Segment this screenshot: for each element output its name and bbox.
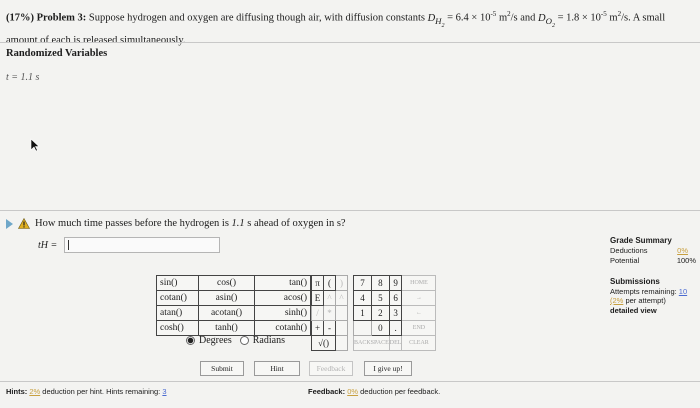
feedback-text: deduction per feedback. — [360, 387, 441, 396]
fn-acos-button[interactable]: acos() — [254, 290, 311, 306]
radians-radio[interactable] — [239, 336, 249, 345]
randomized-variable: t = 1.1 s — [6, 72, 40, 83]
per-attempt-text: per attempt) — [625, 296, 666, 305]
key-6[interactable]: 6 — [388, 290, 403, 306]
do2-value: = 1.8 × 10 — [554, 12, 601, 24]
potential-label: Potential — [610, 256, 640, 265]
key-9[interactable]: 9 — [388, 275, 403, 291]
attempts-text: Attempts remaining: — [610, 286, 677, 296]
radians-label: Radians — [252, 335, 285, 346]
key-pi[interactable]: π — [311, 275, 324, 291]
feedback-label: Feedback: — [308, 387, 346, 396]
degrees-label: Degrees — [199, 335, 232, 346]
question-text-b: s ahead of oxygen in s? — [244, 218, 346, 229]
key-divide[interactable]: / — [311, 305, 324, 321]
feedback-info: Feedback: 0% deduction per feedback. — [308, 387, 440, 396]
detailed-view-link[interactable]: detailed view — [610, 306, 696, 316]
question-value: 1.1 — [231, 218, 245, 229]
dh2-unit: m — [496, 12, 508, 24]
fn-tanh-button[interactable]: tanh() — [198, 320, 255, 336]
key-sqrt[interactable]: √() — [311, 335, 336, 351]
fn-acotan-button[interactable]: acotan() — [198, 305, 255, 321]
function-grid: sin() cos() tan() cotan() asin() acos() … — [156, 275, 311, 336]
key-plus[interactable]: + — [311, 320, 324, 336]
key-5[interactable]: 5 — [370, 290, 390, 306]
key-right-arrow[interactable]: → — [401, 290, 437, 306]
problem-text-a: Suppose hydrogen and oxygen are diffusin… — [88, 12, 425, 24]
key-left-arrow[interactable]: ← — [401, 305, 437, 321]
key-4[interactable]: 4 — [353, 290, 372, 306]
key-dot[interactable]: . — [388, 320, 403, 336]
give-up-button[interactable]: I give up! — [364, 361, 412, 376]
play-icon[interactable] — [6, 218, 13, 229]
key-caret[interactable]: ^ — [323, 290, 336, 306]
answer-input[interactable] — [64, 237, 220, 253]
degrees-radio[interactable] — [186, 336, 195, 345]
submissions-panel: Submissions Attempts remaining: 10 (2% p… — [610, 277, 696, 315]
mouse-cursor-icon — [30, 138, 40, 152]
dh2-unit-tail: /s and — [510, 12, 539, 24]
submissions-title: Submissions — [610, 277, 660, 286]
key-0[interactable]: 0 — [370, 320, 390, 336]
key-2[interactable]: 2 — [370, 305, 390, 321]
key-7[interactable]: 7 — [353, 275, 372, 291]
randomized-title: Randomized Variables — [6, 48, 108, 59]
key-1[interactable]: 1 — [353, 305, 372, 321]
submit-button[interactable]: Submit — [200, 361, 244, 376]
fn-cotan-button[interactable]: cotan() — [156, 290, 199, 306]
fn-asin-button[interactable]: asin() — [198, 290, 255, 306]
attempts-value: 10 — [678, 286, 688, 296]
dh2-value: = 6.4 × 10 — [444, 12, 491, 24]
potential-value: 100% — [676, 256, 696, 265]
keypad: π ( ) 7 8 9 HOME E ^ ^ 4 5 6 → / * 1 2 3… — [311, 275, 437, 351]
fn-sinh-button[interactable]: sinh() — [254, 305, 311, 321]
feedback-pct: 0% — [347, 387, 359, 396]
key-home[interactable]: HOME — [401, 275, 437, 291]
hints-remaining: 3 — [162, 387, 167, 396]
fn-cotanh-button[interactable]: cotanh() — [254, 320, 311, 336]
key-clear[interactable]: CLEAR — [401, 335, 437, 351]
grade-summary: Grade Summary Deductions 0% Potential 10… — [610, 236, 696, 266]
deductions-value: 0% — [677, 246, 688, 255]
key-minus[interactable]: - — [323, 320, 336, 336]
text-caret — [68, 240, 69, 250]
key-multiply[interactable]: * — [323, 305, 336, 321]
key-backspace[interactable]: BACKSPACE — [353, 335, 390, 351]
divider-bottom — [0, 381, 700, 382]
problem-text-b: amount of each is released simultaneousl… — [6, 35, 186, 47]
fn-cos-button[interactable]: cos() — [198, 275, 255, 291]
feedback-button[interactable]: Feedback — [309, 361, 353, 376]
key-caret-2[interactable]: ^ — [335, 290, 348, 306]
question-row: How much time passes before the hydrogen… — [6, 218, 346, 229]
divider-top — [0, 42, 700, 43]
answer-label: tH = — [38, 240, 58, 251]
hints-pct: 2% — [29, 387, 41, 396]
key-3[interactable]: 3 — [388, 305, 403, 321]
do2-unit: m — [606, 12, 618, 24]
warning-icon — [18, 218, 30, 229]
do2-unit-tail: /s. A small — [621, 12, 666, 24]
hints-info: Hints: 2% deduction per hint. Hints rema… — [6, 387, 167, 396]
hints-text: deduction per hint. Hints remaining: — [42, 387, 161, 396]
angle-mode: Degrees Radians — [186, 335, 285, 346]
hint-button[interactable]: Hint — [254, 361, 300, 376]
key-8[interactable]: 8 — [370, 275, 390, 291]
fn-atan-button[interactable]: atan() — [156, 305, 199, 321]
key-rparen[interactable]: ) — [335, 275, 348, 291]
key-lparen[interactable]: ( — [323, 275, 336, 291]
fn-tan-button[interactable]: tan() — [254, 275, 311, 291]
question-text-a: How much time passes before the hydrogen… — [35, 218, 232, 229]
divider-question — [0, 210, 700, 211]
key-del[interactable]: DEL — [388, 335, 403, 351]
do2-symbol: D — [538, 12, 546, 24]
fn-sin-button[interactable]: sin() — [156, 275, 199, 291]
problem-label: (17%) Problem 3: — [6, 12, 87, 24]
grade-title: Grade Summary — [610, 236, 672, 245]
key-end[interactable]: END — [401, 320, 437, 336]
key-e[interactable]: E — [311, 290, 324, 306]
deductions-label: Deductions — [610, 246, 648, 255]
per-attempt-pct: (2% — [610, 296, 624, 305]
hints-label: Hints: — [6, 387, 28, 396]
fn-cosh-button[interactable]: cosh() — [156, 320, 199, 336]
